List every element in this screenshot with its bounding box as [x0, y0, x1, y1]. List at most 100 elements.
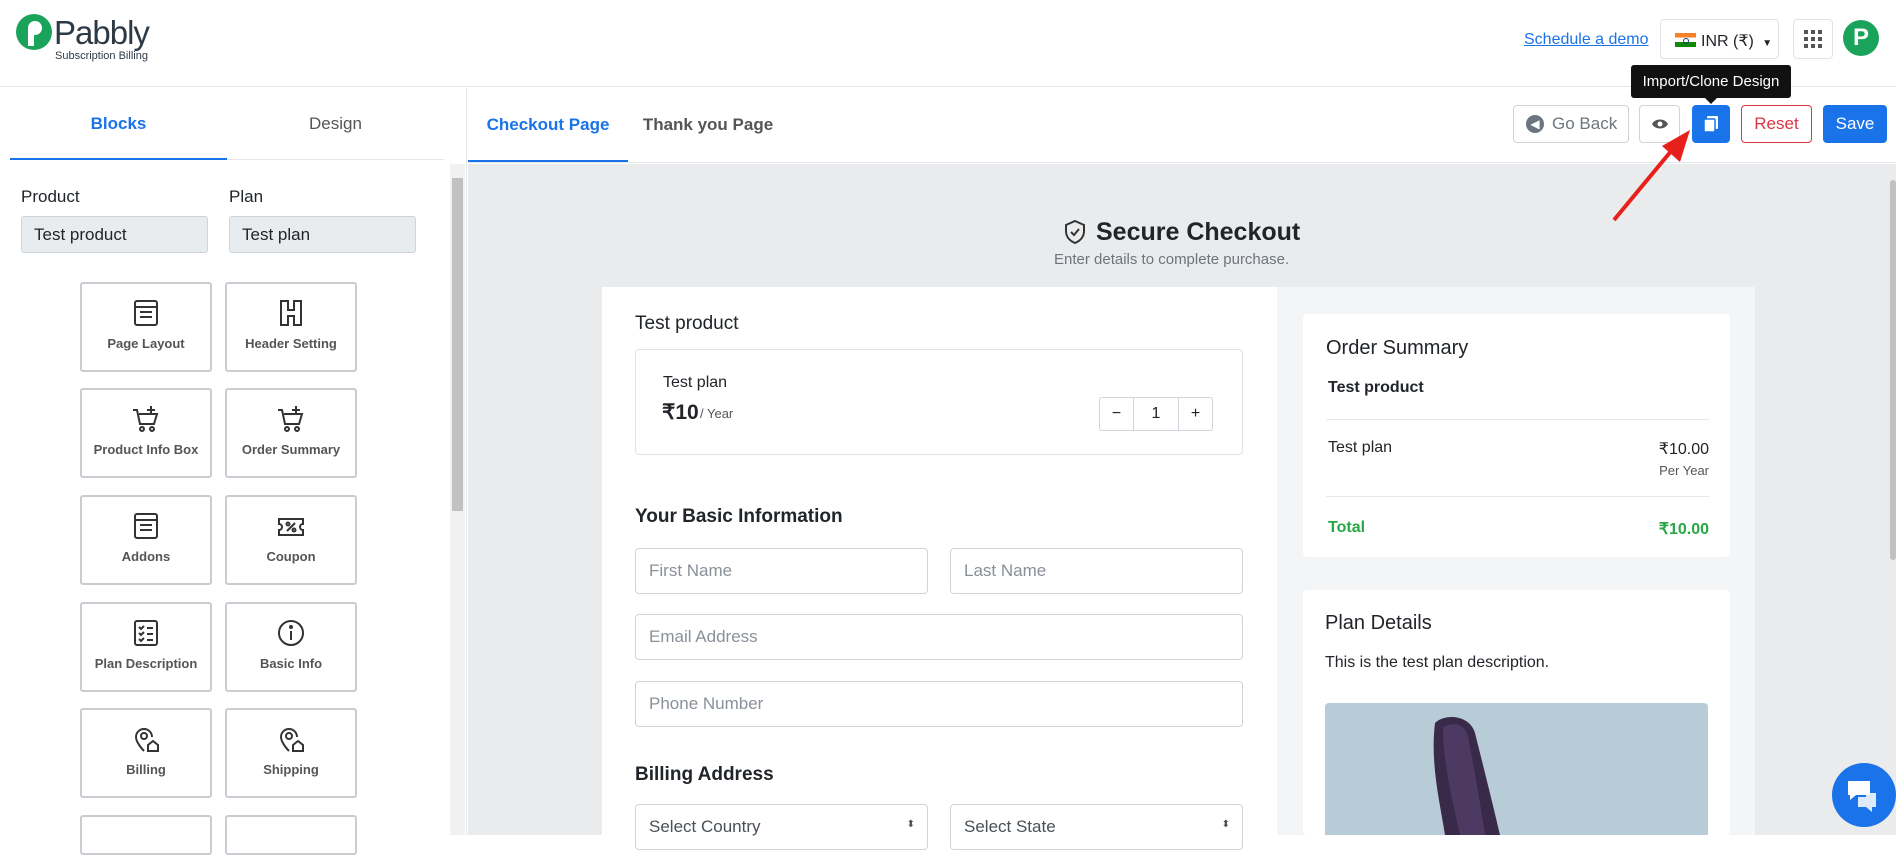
- secure-checkout-subtitle: Enter details to complete purchase.: [1054, 251, 1290, 268]
- divider: [1326, 496, 1709, 497]
- block-label: Order Summary: [241, 442, 341, 457]
- top-bar: Pabbly Subscription Billing Schedule a d…: [0, 0, 1896, 87]
- block-order-summary[interactable]: Order Summary: [225, 388, 357, 478]
- block-billing[interactable]: Billing: [80, 708, 212, 798]
- location-home-icon: [279, 728, 304, 752]
- billing-address-heading: Billing Address: [635, 764, 774, 785]
- import-clone-tooltip: Import/Clone Design: [1631, 65, 1791, 104]
- decrease-quantity-button[interactable]: −: [1100, 398, 1134, 430]
- summary-plan-period: Per Year: [1659, 463, 1709, 478]
- pabbly-logo-icon: [16, 14, 52, 50]
- tab-thank-you-page[interactable]: Thank you Page: [628, 88, 788, 162]
- info-circle-icon: [278, 620, 304, 646]
- caret-down-icon: ▼: [1762, 38, 1773, 49]
- block-product-info-box[interactable]: Product Info Box: [80, 388, 212, 478]
- last-name-input[interactable]: Last Name: [950, 548, 1243, 594]
- divider: [1326, 419, 1709, 420]
- total-value: ₹10.00: [1658, 521, 1709, 538]
- order-summary-card: Order Summary Test product Test plan ₹10…: [1303, 314, 1730, 557]
- plan-select[interactable]: Test plan: [229, 216, 416, 253]
- quantity-stepper: − 1 +: [1099, 397, 1213, 431]
- chair-image: [1433, 717, 1500, 835]
- product-heading: Test product: [635, 313, 739, 334]
- block-label: Basic Info: [259, 656, 323, 671]
- block-shipping[interactable]: Shipping: [225, 708, 357, 798]
- tab-checkout-page[interactable]: Checkout Page: [468, 88, 628, 162]
- basic-info-heading: Your Basic Information: [635, 506, 843, 527]
- block-addons[interactable]: Addons: [80, 495, 212, 585]
- block-header-setting[interactable]: Header Setting: [225, 282, 357, 372]
- plan-price: ₹10: [662, 401, 699, 424]
- checklist-icon: [134, 620, 158, 646]
- india-flag-icon: [1675, 33, 1696, 47]
- email-input[interactable]: Email Address: [635, 614, 1243, 660]
- block-label: Plan Description: [94, 656, 198, 671]
- block-plan-description[interactable]: Plan Description: [80, 602, 212, 692]
- currency-label: INR (₹): [1701, 33, 1754, 50]
- cart-plus-icon: [278, 406, 304, 432]
- order-summary-heading: Order Summary: [1326, 337, 1469, 359]
- logo-subtitle: Subscription Billing: [55, 50, 148, 62]
- live-chat-button[interactable]: [1832, 763, 1896, 827]
- first-name-input[interactable]: First Name: [635, 548, 928, 594]
- heading-h-icon: [280, 300, 302, 326]
- currency-dropdown[interactable]: INR (₹) ▼: [1660, 19, 1779, 59]
- state-select[interactable]: Select State ⬍: [950, 804, 1243, 850]
- user-avatar[interactable]: P: [1843, 20, 1879, 56]
- quantity-value[interactable]: 1: [1139, 398, 1173, 430]
- chat-bubble-icon: [1848, 781, 1876, 812]
- plan-period: / Year: [700, 406, 734, 421]
- secure-checkout-title: Secure Checkout: [1096, 218, 1301, 246]
- copy-icon: [1703, 116, 1718, 133]
- arrow-left-icon: ◀: [1526, 115, 1544, 133]
- country-select[interactable]: Select Country ⬍: [635, 804, 928, 850]
- shield-check-icon: [1065, 219, 1085, 245]
- product-select[interactable]: Test product: [21, 216, 208, 253]
- block-label: Shipping: [263, 762, 319, 777]
- red-arrow-annotation: [1612, 130, 1690, 222]
- plan-image: [1325, 703, 1708, 835]
- block-page-layout[interactable]: Page Layout: [80, 282, 212, 372]
- coupon-icon: [278, 518, 304, 536]
- summary-product: Test product: [1328, 379, 1424, 396]
- apps-grid-icon: [1804, 30, 1822, 48]
- page-scrollbar[interactable]: [1890, 180, 1896, 560]
- block-coupon[interactable]: Coupon: [225, 495, 357, 585]
- go-back-label: Go Back: [1552, 114, 1618, 133]
- summary-plan-price: ₹10.00: [1658, 441, 1709, 458]
- block-label: Header Setting: [245, 336, 337, 351]
- block-label: Billing: [126, 762, 166, 777]
- tab-design[interactable]: Design: [227, 88, 444, 160]
- plan-label: Plan: [229, 187, 264, 206]
- plan-name: Test plan: [663, 374, 728, 391]
- block-label: Product Info Box: [93, 442, 199, 457]
- schedule-demo-link[interactable]: Schedule a demo: [1524, 31, 1649, 49]
- country-select-value: Select Country: [649, 817, 761, 836]
- panel-scrollbar-thumb[interactable]: [452, 178, 463, 511]
- block-partial[interactable]: [225, 815, 357, 855]
- state-select-value: Select State: [964, 817, 1056, 836]
- reset-button[interactable]: Reset: [1741, 105, 1812, 143]
- block-label: Page Layout: [107, 336, 185, 351]
- block-label: Coupon: [266, 549, 316, 564]
- block-label: Addons: [121, 549, 171, 564]
- cart-plus-icon: [133, 406, 159, 432]
- blocks-panel: Blocks Design Product Plan Test product …: [0, 88, 467, 855]
- plan-details-heading: Plan Details: [1325, 612, 1432, 634]
- location-home-icon: [134, 728, 159, 752]
- plan-description: This is the test plan description.: [1325, 654, 1550, 671]
- block-basic-info[interactable]: Basic Info: [225, 602, 357, 692]
- product-label: Product: [21, 187, 80, 206]
- select-arrows-icon: ⬍: [906, 819, 915, 830]
- block-partial[interactable]: [80, 815, 212, 855]
- select-arrows-icon: ⬍: [1221, 819, 1230, 830]
- save-button[interactable]: Save: [1823, 105, 1887, 143]
- summary-plan: Test plan: [1328, 439, 1393, 456]
- tab-blocks[interactable]: Blocks: [10, 88, 227, 160]
- total-label: Total: [1328, 519, 1366, 536]
- phone-input[interactable]: Phone Number: [635, 681, 1243, 727]
- layout-icon: [134, 300, 158, 326]
- increase-quantity-button[interactable]: +: [1178, 398, 1212, 430]
- apps-grid-button[interactable]: [1793, 19, 1833, 59]
- logo-name: Pabbly: [54, 14, 150, 51]
